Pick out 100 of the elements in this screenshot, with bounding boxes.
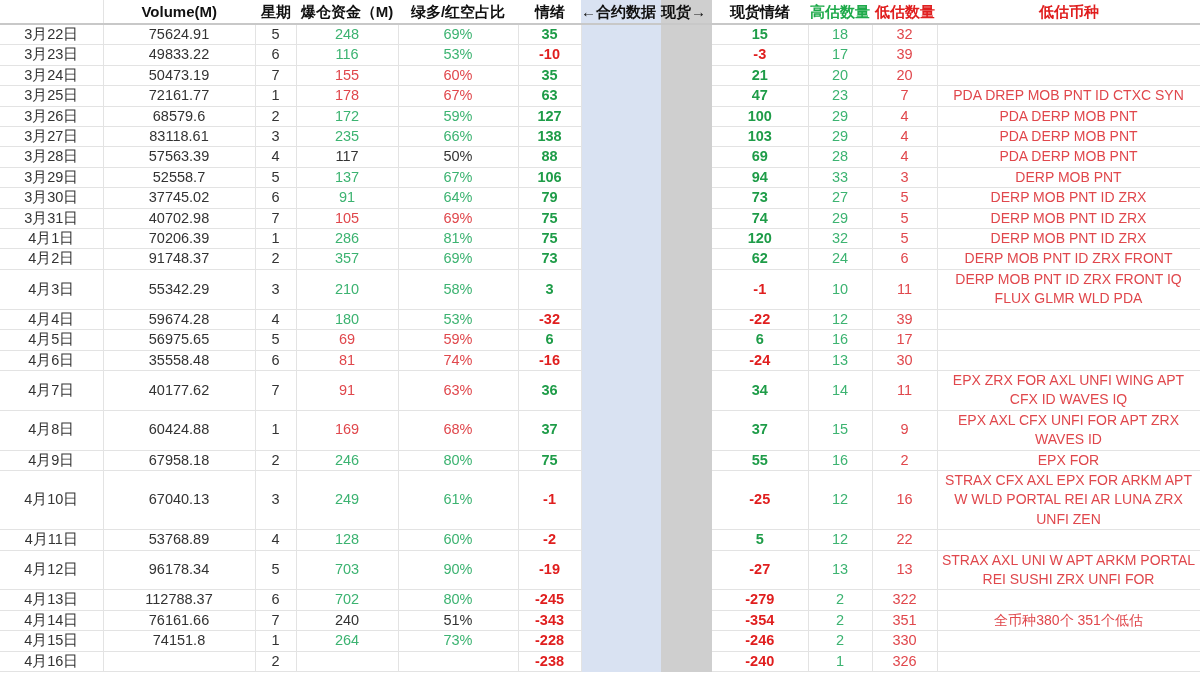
table-cell: -25	[712, 470, 808, 530]
table-cell: 11	[872, 370, 937, 411]
table-cell: 16	[872, 470, 937, 530]
table-cell: STRAX CFX AXL EPX FOR ARKM APT W WLD PORTAL REI AR LUNA ZRX UNFI ZEN	[937, 470, 1200, 530]
table-cell: 12	[808, 309, 872, 330]
table-cell: 128	[296, 529, 398, 551]
table-cell: 59%	[398, 329, 518, 350]
table-cell: 90%	[398, 550, 518, 590]
table-cell: 17	[808, 44, 872, 66]
table-cell: 703	[296, 550, 398, 590]
table-cell: 28	[808, 146, 872, 168]
table-cell: 33	[808, 167, 872, 188]
date-cell: 3月25日	[0, 85, 103, 107]
table-cell: 106	[518, 167, 581, 188]
table-cell: 73	[518, 248, 581, 270]
table-cell: 50%	[398, 146, 518, 168]
table-cell: 6	[518, 329, 581, 350]
table-cell: 69	[296, 329, 398, 350]
date-cell: 3月27日	[0, 126, 103, 147]
table-cell: 91	[296, 370, 398, 411]
table-cell: 2	[255, 248, 296, 270]
table-cell: 全币种380个 351个低估	[937, 610, 1200, 631]
table-cell: 18	[808, 24, 872, 45]
table-cell: PDA DREP MOB PNT ID CTXC SYN	[937, 85, 1200, 107]
table-cell: 51%	[398, 610, 518, 631]
table-cell: 264	[296, 630, 398, 652]
date-cell: 4月8日	[0, 410, 103, 451]
table-cell: 322	[872, 589, 937, 611]
date-cell: 4月1日	[0, 228, 103, 249]
table-cell: 7	[872, 85, 937, 107]
table-cell: -228	[518, 630, 581, 652]
table-cell: 2	[872, 450, 937, 471]
table-cell: 37	[712, 410, 808, 451]
table-cell: 62	[712, 248, 808, 270]
table-cell: -1	[712, 269, 808, 310]
table-cell: 4	[872, 106, 937, 127]
table-cell: 56975.65	[103, 329, 255, 350]
column-header: 低估币种	[937, 0, 1200, 24]
table-cell: 2	[808, 630, 872, 652]
table-cell: 29	[808, 106, 872, 127]
table-cell: DERP MOB PNT	[937, 167, 1200, 188]
table-cell: 240	[296, 610, 398, 631]
table-cell: 5	[255, 550, 296, 590]
date-cell: 4月14日	[0, 610, 103, 631]
table-cell: 40702.98	[103, 208, 255, 229]
table-cell: 67040.13	[103, 470, 255, 530]
table-cell: 1	[255, 228, 296, 249]
table-cell: 39	[872, 44, 937, 66]
table-cell: 4	[872, 146, 937, 168]
table-cell: 127	[518, 106, 581, 127]
table-cell: 32	[808, 228, 872, 249]
table-cell: 1	[808, 651, 872, 672]
date-cell: 4月15日	[0, 630, 103, 652]
table-cell: 357	[296, 248, 398, 270]
table-cell: 22	[872, 529, 937, 551]
table-cell: 5	[712, 529, 808, 551]
table-cell: 6	[255, 350, 296, 371]
table-cell: 21	[712, 65, 808, 86]
table-cell: 69%	[398, 208, 518, 229]
table-cell: 14	[808, 370, 872, 411]
table-cell: 59674.28	[103, 309, 255, 330]
date-cell: 4月11日	[0, 529, 103, 551]
table-cell: -10	[518, 44, 581, 66]
table-cell: 49833.22	[103, 44, 255, 66]
table-cell: -1	[518, 470, 581, 530]
table-cell: 67%	[398, 167, 518, 188]
table-cell: 68%	[398, 410, 518, 451]
table-cell: 7	[255, 208, 296, 229]
table-cell: 58%	[398, 269, 518, 310]
table-cell: STRAX AXL UNI W APT ARKM PORTAL REI SUSHI ZRX UNFI FOR	[937, 550, 1200, 590]
table-cell: 35	[518, 24, 581, 45]
table-cell: 70206.39	[103, 228, 255, 249]
table-cell: 75	[518, 228, 581, 249]
column-header: 高估数量	[808, 0, 872, 24]
table-cell: 15	[808, 410, 872, 451]
table-cell: 83118.61	[103, 126, 255, 147]
table-cell: 103	[712, 126, 808, 147]
table-cell: 210	[296, 269, 398, 310]
table-cell: -240	[712, 651, 808, 672]
table-cell: 53%	[398, 309, 518, 330]
table-cell: 2	[808, 610, 872, 631]
table-cell: 79	[518, 187, 581, 209]
table-cell: -238	[518, 651, 581, 672]
table-cell: 40177.62	[103, 370, 255, 411]
table-cell: 94	[712, 167, 808, 188]
date-cell: 3月28日	[0, 146, 103, 168]
table-cell: 13	[808, 350, 872, 371]
table-cell: 1	[255, 630, 296, 652]
table-cell: 75	[518, 208, 581, 229]
date-cell: 3月22日	[0, 24, 103, 45]
table-cell: 75624.91	[103, 24, 255, 45]
table-cell: 2	[255, 106, 296, 127]
table-cell: 4	[255, 309, 296, 330]
table-cell: 116	[296, 44, 398, 66]
table-cell: 5	[872, 228, 937, 249]
date-cell: 4月6日	[0, 350, 103, 371]
table-cell: 6	[255, 187, 296, 209]
table-cell: 36	[518, 370, 581, 411]
date-cell: 3月26日	[0, 106, 103, 127]
table-cell: 81%	[398, 228, 518, 249]
